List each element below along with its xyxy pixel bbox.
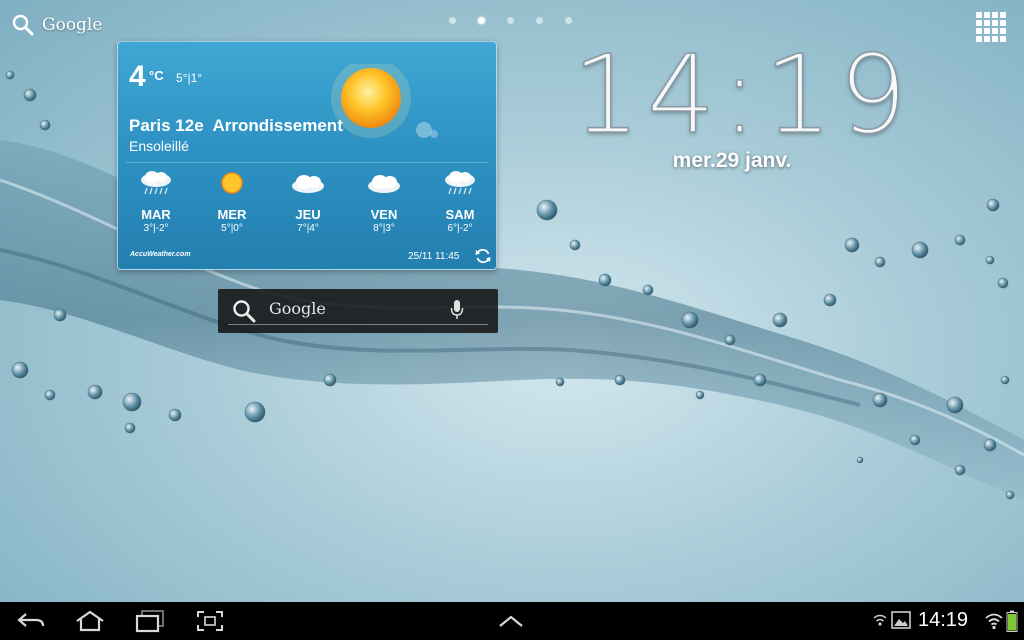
forecast-day-name: MAR <box>141 207 171 222</box>
rain-cloud-icon <box>422 167 496 199</box>
clock-time[interactable]: 14:19 <box>571 41 908 151</box>
page-indicator <box>449 17 572 24</box>
current-temperature: 4 <box>129 60 146 93</box>
rain-cloud-icon <box>118 167 194 199</box>
wifi-status-icon <box>873 614 887 626</box>
page-dot[interactable] <box>565 17 572 24</box>
temperature-unit: °C <box>149 68 164 83</box>
page-dot[interactable] <box>507 17 514 24</box>
apps-grid-icon[interactable] <box>976 12 1008 44</box>
forecast-day-name: SAM <box>445 207 475 222</box>
search-icon <box>233 300 256 323</box>
forecast-day: MER 5°|0° <box>194 167 270 234</box>
weather-updated-time: 25/11 11:45 <box>408 251 460 262</box>
top-search-label: Google <box>42 15 103 35</box>
sun-icon <box>194 167 270 199</box>
page-dot[interactable] <box>536 17 543 24</box>
search-icon <box>12 14 34 36</box>
forecast-day: SAM 6°|-2° <box>422 167 496 234</box>
page-dot-current[interactable] <box>478 17 485 24</box>
forecast-range: 8°|3° <box>373 223 395 234</box>
home-button[interactable] <box>74 610 106 632</box>
forecast-range: 3°|-2° <box>143 223 169 234</box>
image-notification-icon[interactable] <box>891 611 911 629</box>
cloud-icon <box>346 167 422 199</box>
forecast-range: 5°|0° <box>221 223 243 234</box>
hi-lo-temperature: 5°|1° <box>176 71 203 85</box>
page-dot[interactable] <box>449 17 456 24</box>
chevron-up-icon[interactable] <box>498 614 524 628</box>
sun-icon <box>331 64 438 138</box>
refresh-icon[interactable] <box>474 247 492 265</box>
weather-provider[interactable]: AccuWeather.com <box>130 251 191 258</box>
weather-location: Paris 12e Arrondissement <box>129 116 343 135</box>
forecast-day-name: VEN <box>370 207 398 222</box>
status-bar-time: 14:19 <box>918 609 969 631</box>
forecast-day-name: JEU <box>295 207 321 222</box>
google-search-widget[interactable]: Google <box>218 289 498 333</box>
recent-apps-button[interactable] <box>135 609 165 633</box>
battery-icon <box>1006 610 1018 632</box>
forecast-range: 7°|4° <box>297 223 319 234</box>
clock-date: mer.29 janv. <box>672 149 792 172</box>
weather-widget[interactable]: 4 °C 5°|1° Paris 12e Arrondissement Enso… <box>117 41 497 270</box>
wifi-signal-icon <box>985 613 1003 630</box>
cloud-icon <box>270 167 346 199</box>
screenshot-button[interactable] <box>196 610 224 632</box>
forecast-day: MAR 3°|-2° <box>118 167 194 234</box>
search-widget-label: Google <box>269 299 326 318</box>
top-google-search[interactable]: Google <box>12 14 102 36</box>
microphone-icon[interactable] <box>450 299 464 321</box>
divider <box>126 162 488 163</box>
forecast-range: 6°|-2° <box>447 223 473 234</box>
forecast-day-name: MER <box>217 207 247 222</box>
back-button[interactable] <box>16 611 46 631</box>
search-underline <box>228 324 488 325</box>
forecast-day: JEU 7°|4° <box>270 167 346 234</box>
forecast-row: MAR 3°|-2° MER 5°|0° JEU 7°|4° VEN 8°|3° <box>118 167 496 247</box>
forecast-day: VEN 8°|3° <box>346 167 422 234</box>
weather-condition: Ensoleillé <box>129 138 189 154</box>
